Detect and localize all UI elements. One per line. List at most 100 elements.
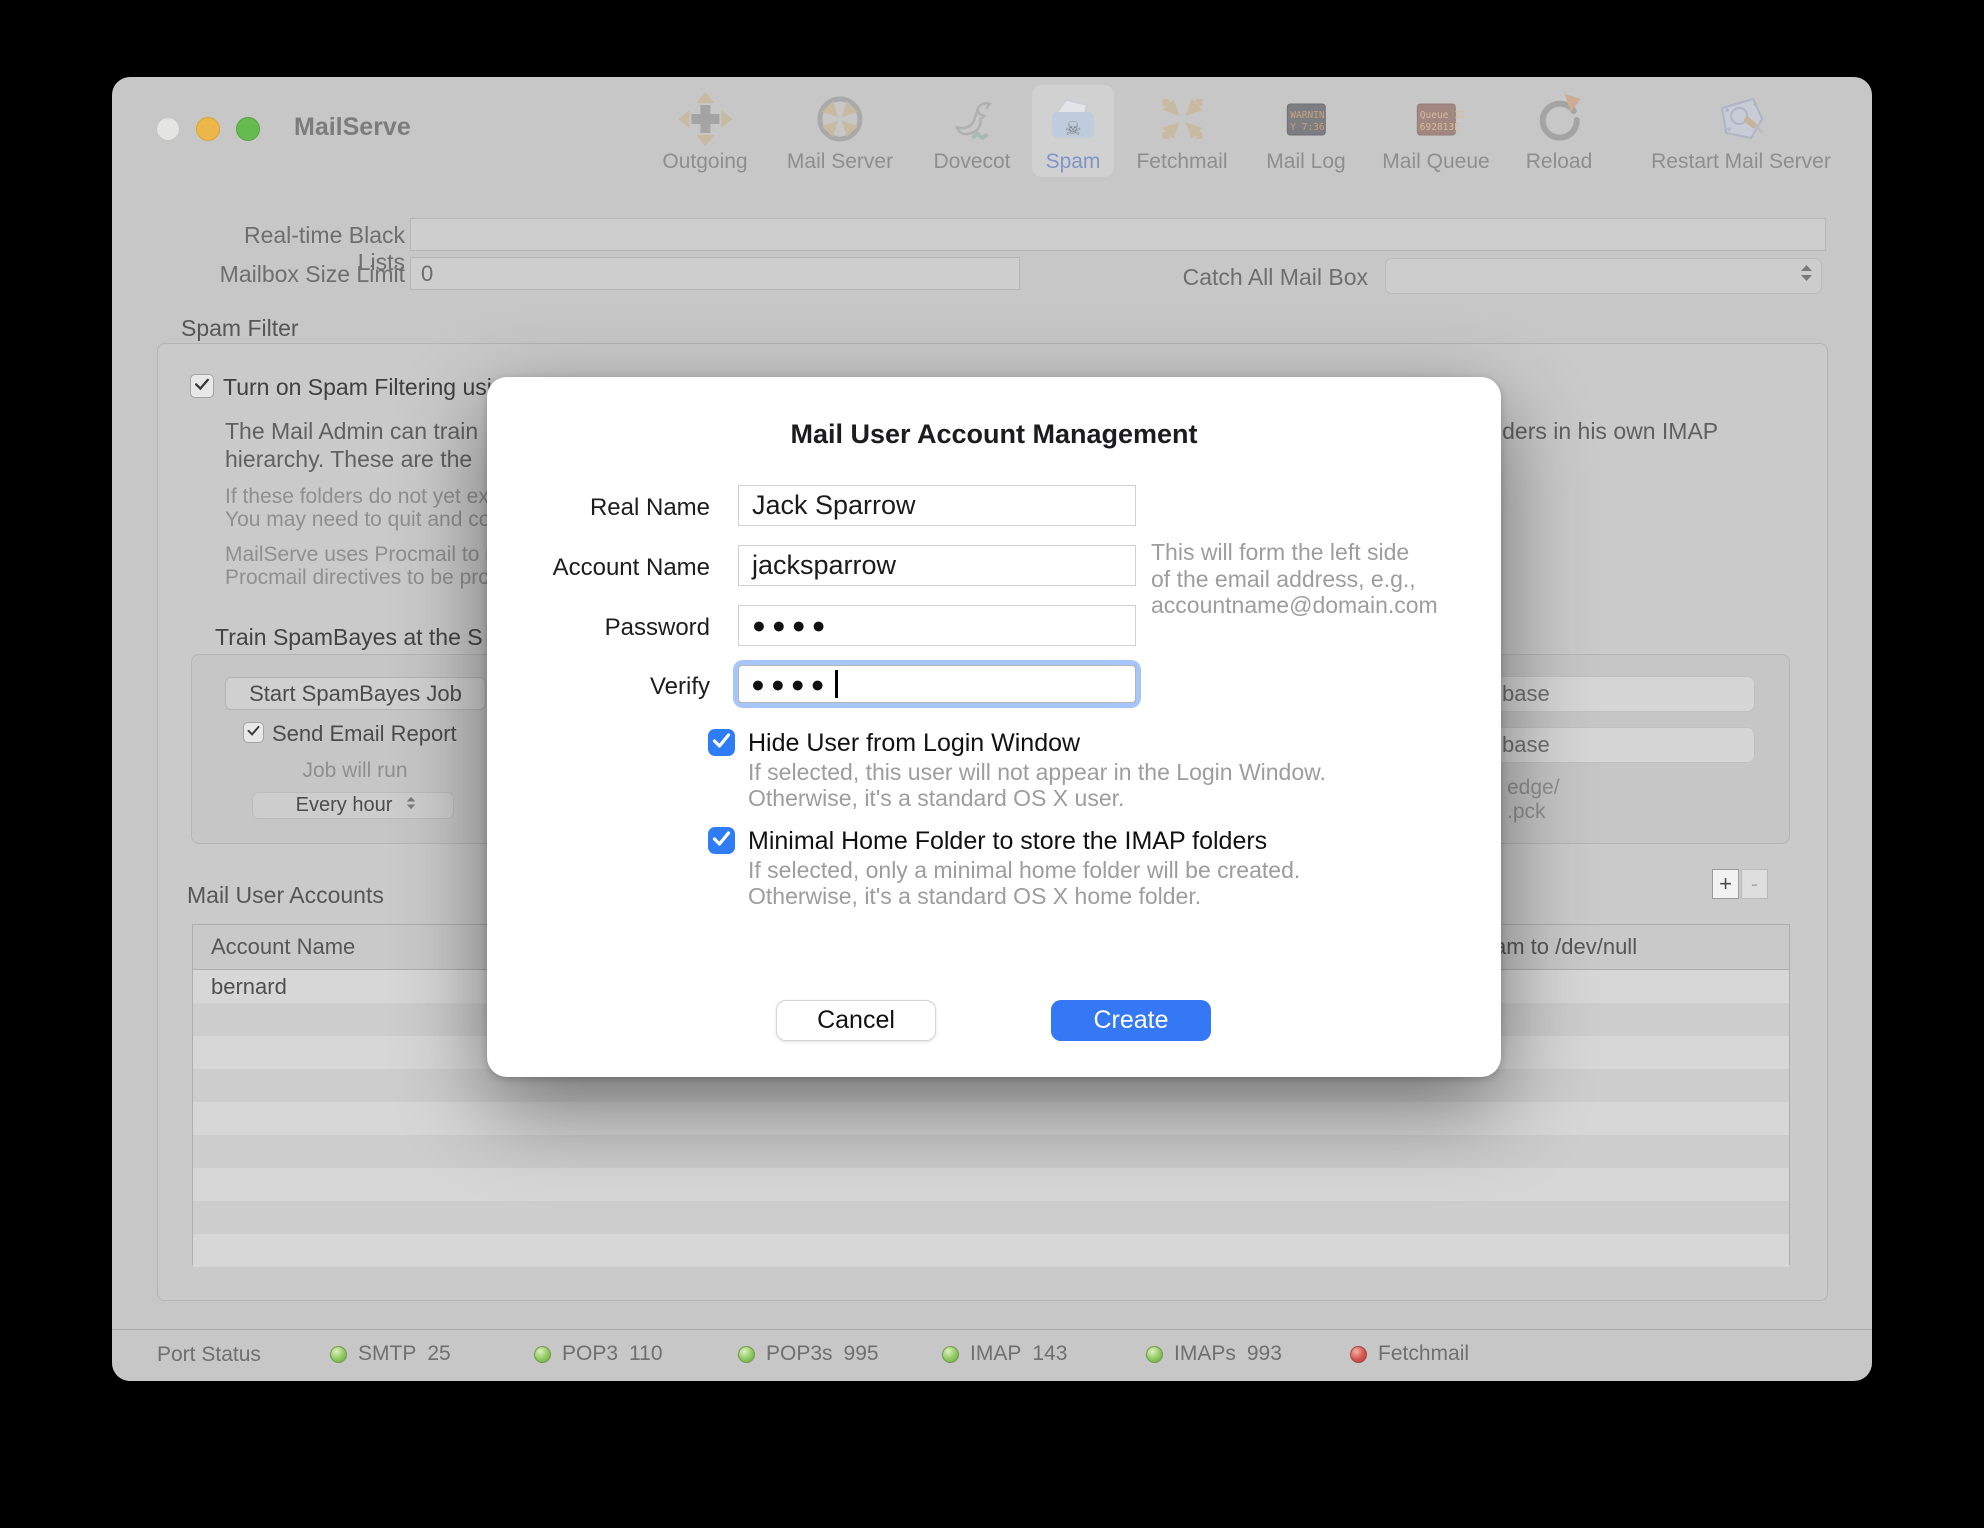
account-name-label: Account Name [487,554,724,582]
port-name: IMAPs [1174,1342,1236,1366]
toolbar-item-label: Mail Queue [1382,150,1489,174]
spam-filter-section-label: Spam Filter [181,315,299,342]
traffic-light-minimize[interactable] [196,117,220,141]
real-name-input[interactable]: Jack Sparrow [738,485,1136,526]
send-email-report-checkbox[interactable] [243,722,264,743]
window-title: MailServe [294,113,411,142]
minimal-home-label: Minimal Home Folder to store the IMAP fo… [748,827,1267,856]
port-status-imap: IMAP 143 [942,1337,1067,1371]
svg-text:Y 7:36: Y 7:36 [1290,122,1325,133]
toolbar-item-reload[interactable]: Reload [1513,85,1606,177]
mailbox-limit-field[interactable]: 0 [410,257,1020,290]
checkmark-icon [245,722,262,744]
toolbar-item-label: Mail Log [1266,150,1345,174]
checkmark-icon [708,825,735,857]
toolbar-item-label: Mail Server [787,150,893,174]
toolbar-item-label: Restart Mail Server [1651,150,1831,174]
folders-note-line2: You may need to quit and con [225,508,502,532]
header-spam-devnull: am to /dev/null [1494,934,1637,960]
table-row[interactable] [193,1168,1789,1201]
spam-skull-icon: ☠ [1045,91,1101,147]
catch-all-label: Catch All Mail Box [1112,264,1368,291]
status-led-green-icon [330,1346,347,1363]
port-status-fetchmail: Fetchmail [1350,1337,1469,1371]
status-led-green-icon [1146,1346,1163,1363]
port-status-label: Port Status [157,1343,261,1367]
db-field-1-text: base [1502,681,1550,707]
port-name: Fetchmail [1378,1342,1469,1366]
status-led-red-icon [1350,1346,1367,1363]
create-button[interactable]: Create [1051,1000,1211,1041]
mail-server-icon [812,91,868,147]
port-number: 25 [427,1342,450,1366]
traffic-light-zoom[interactable] [236,117,260,141]
traffic-light-close[interactable] [156,117,180,141]
table-row[interactable] [193,1102,1789,1135]
toolbar-item-mail-server[interactable]: Mail Server [774,85,906,177]
account-name-input[interactable]: jacksparrow [738,545,1136,586]
rtbl-field[interactable] [410,218,1826,251]
toolbar-item-outgoing[interactable]: Outgoing [649,85,760,177]
password-input[interactable]: ●●●● [738,605,1136,646]
port-status-pop3s: POP3s995 [738,1337,879,1371]
status-led-green-icon [738,1346,755,1363]
toolbar-item-fetchmail[interactable]: Fetchmail [1123,85,1240,177]
statusbar-divider [112,1329,1872,1330]
svg-text:☠: ☠ [1064,119,1081,140]
svg-text:WARNIN: WARNIN [1290,110,1325,121]
toolbar-item-mail-queue[interactable]: Queue ID692813EMail Queue [1369,85,1502,177]
status-led-green-icon [942,1346,959,1363]
mailbox-limit-label: Mailbox Size Limit [192,261,405,288]
hide-user-desc: If selected, this user will not appear i… [748,759,1326,811]
account-name-cell: bernard [211,974,287,1000]
header-account-name: Account Name [193,934,355,960]
toolbar-item-label: Outgoing [662,150,747,174]
chevron-updown-icon [406,794,416,817]
start-spambayes-job-button[interactable]: Start SpamBayes Job [225,677,486,710]
port-status-imaps: IMAPs993 [1146,1337,1282,1371]
toolbar-item-dovecot[interactable]: Dovecot [920,85,1023,177]
text-caret [835,670,838,698]
schedule-select[interactable]: Every hour [252,792,454,819]
checkmark-icon [192,374,212,399]
minimal-home-desc: If selected, only a minimal home folder … [748,857,1300,909]
admin-text-line2: hierarchy. These are the [225,446,472,473]
send-email-report-label: Send Email Report [272,721,457,747]
real-name-label: Real Name [487,494,724,522]
port-number: 995 [844,1342,879,1366]
verify-input[interactable]: ●●●● [738,665,1136,703]
toolbar-item-label: Reload [1526,150,1593,174]
mail-log-icon: WARNINY 7:36 [1278,91,1334,147]
train-spambayes-label: Train SpamBayes at the S [215,624,483,651]
restart-mail-server-icon [1713,91,1769,147]
cancel-button[interactable]: Cancel [776,1000,936,1041]
toolbar-item-spam[interactable]: ☠ Spam [1032,85,1114,177]
toolbar-item-label: Spam [1046,150,1101,174]
reload-icon [1531,91,1587,147]
hide-user-label: Hide User from Login Window [748,729,1080,758]
remove-account-button[interactable]: - [1741,869,1768,899]
add-account-button[interactable]: + [1712,869,1739,899]
table-row[interactable] [193,1201,1789,1234]
port-status-smtp: SMTP 25 [330,1337,451,1371]
table-row[interactable] [193,1135,1789,1168]
catch-all-select[interactable] [1385,258,1822,294]
port-name: IMAP [970,1342,1021,1366]
verify-focus-ring: ●●●● [733,660,1141,708]
minimal-home-checkbox[interactable] [708,827,735,854]
port-number: 143 [1032,1342,1067,1366]
password-label: Password [487,614,724,642]
outgoing-arrows-icon [677,91,733,147]
turn-on-spam-checkbox[interactable] [190,374,214,398]
toolbar-item-mail-log[interactable]: WARNINY 7:36 Mail Log [1253,85,1358,177]
hide-user-checkbox[interactable] [708,729,735,756]
dialog-title: Mail User Account Management [487,419,1501,450]
procmail-note-line2: Procmail directives to be pro [225,566,490,590]
admin-text-imap-fragment: lders in his own IMAP [1497,418,1718,445]
port-number: 110 [629,1342,662,1366]
checkmark-icon [708,727,735,759]
toolbar-item-restart-mail-server[interactable]: Restart Mail Server [1638,85,1844,177]
table-row[interactable] [193,1234,1789,1267]
port-name: SMTP [358,1342,416,1366]
folders-note-line1: If these folders do not yet exi [225,485,494,509]
